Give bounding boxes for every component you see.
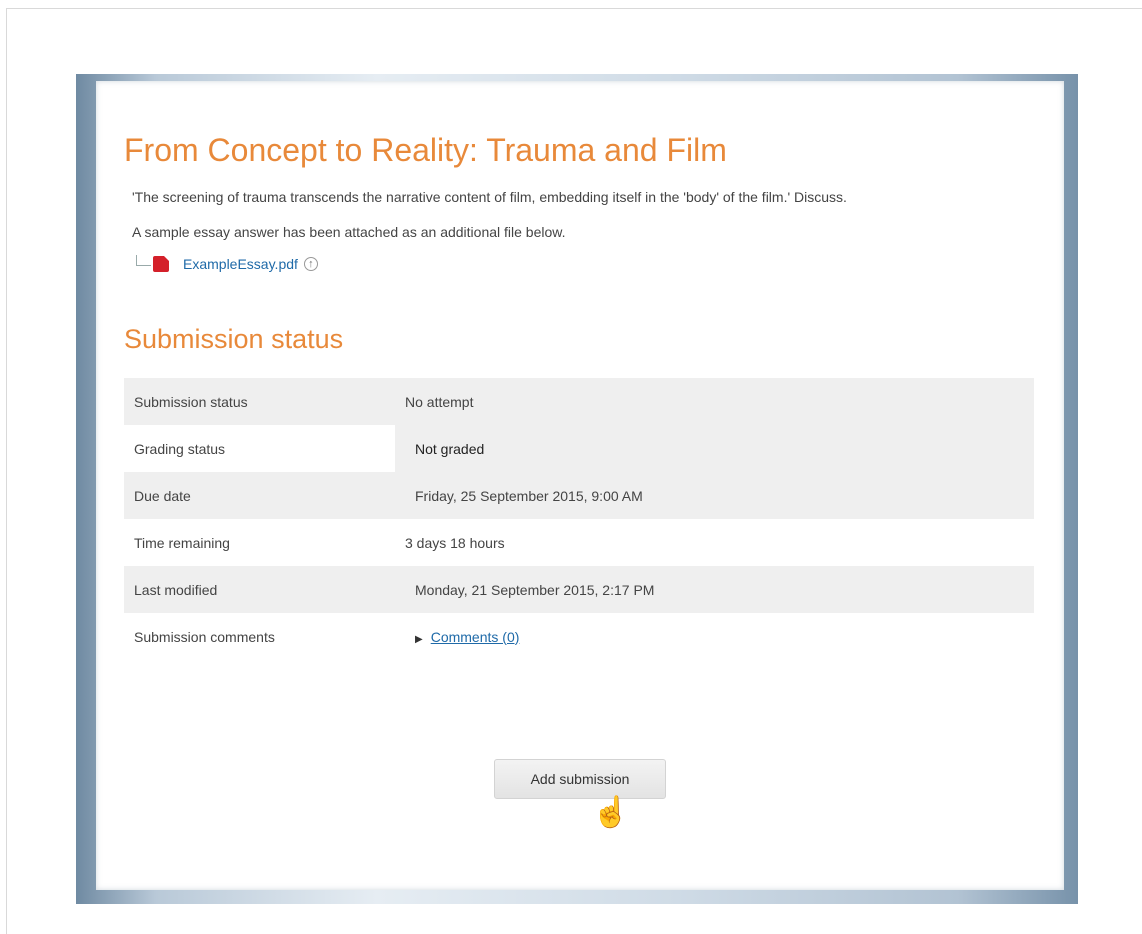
submission-status-table: Submission status No attempt Grading sta… (124, 378, 1034, 660)
row-label: Submission status (124, 378, 395, 425)
hand-cursor-icon: ☝ (592, 796, 630, 829)
row-label: Time remaining (134, 534, 230, 551)
table-row: Submission status No attempt (124, 378, 1034, 425)
main-content: From Concept to Reality: Trauma and Film… (124, 129, 1036, 660)
attachment-item: ExampleEssay.pdf ↑ (136, 254, 1036, 272)
table-row: Due date Friday, 25 September 2015, 9:00… (124, 472, 1034, 519)
row-value: No attempt (395, 378, 1034, 425)
row-value: 3 days 18 hours (405, 534, 505, 551)
button-area: Add submission ☝ (494, 759, 666, 829)
pdf-icon (153, 256, 169, 272)
table-row: Submission comments ▶ Comments (0) (124, 613, 1034, 660)
comments-link[interactable]: Comments (0) (431, 629, 520, 645)
row-value: Friday, 25 September 2015, 9:00 AM (395, 472, 1034, 519)
row-value: Monday, 21 September 2015, 2:17 PM (395, 566, 1034, 613)
tree-branch-line (136, 254, 151, 266)
row-label: Grading status (124, 425, 395, 472)
portfolio-icon[interactable]: ↑ (303, 257, 318, 271)
expand-triangle-icon[interactable]: ▶ (415, 634, 423, 645)
attachment-link[interactable]: ExampleEssay.pdf (183, 256, 298, 272)
table-row: Time remaining 3 days 18 hours (124, 519, 1034, 566)
assignment-description: 'The screening of trauma transcends the … (132, 189, 847, 205)
row-label: Due date (124, 472, 395, 519)
monitor-bezel: From Concept to Reality: Trauma and Film… (76, 74, 1078, 904)
assignment-page: From Concept to Reality: Trauma and Film… (96, 81, 1064, 890)
page-title: From Concept to Reality: Trauma and Film (124, 132, 727, 168)
row-value: Not graded (395, 425, 1034, 472)
submission-status-heading: Submission status (124, 324, 344, 354)
row-label: Last modified (124, 566, 395, 613)
table-row: Grading status Not graded (124, 425, 1034, 472)
attachment-note: A sample essay answer has been attached … (132, 224, 566, 240)
add-submission-button[interactable]: Add submission (494, 759, 666, 799)
row-label: Submission comments (134, 628, 275, 645)
table-row: Last modified Monday, 21 September 2015,… (124, 566, 1034, 613)
comments-cell: ▶ Comments (0) (395, 613, 1034, 660)
